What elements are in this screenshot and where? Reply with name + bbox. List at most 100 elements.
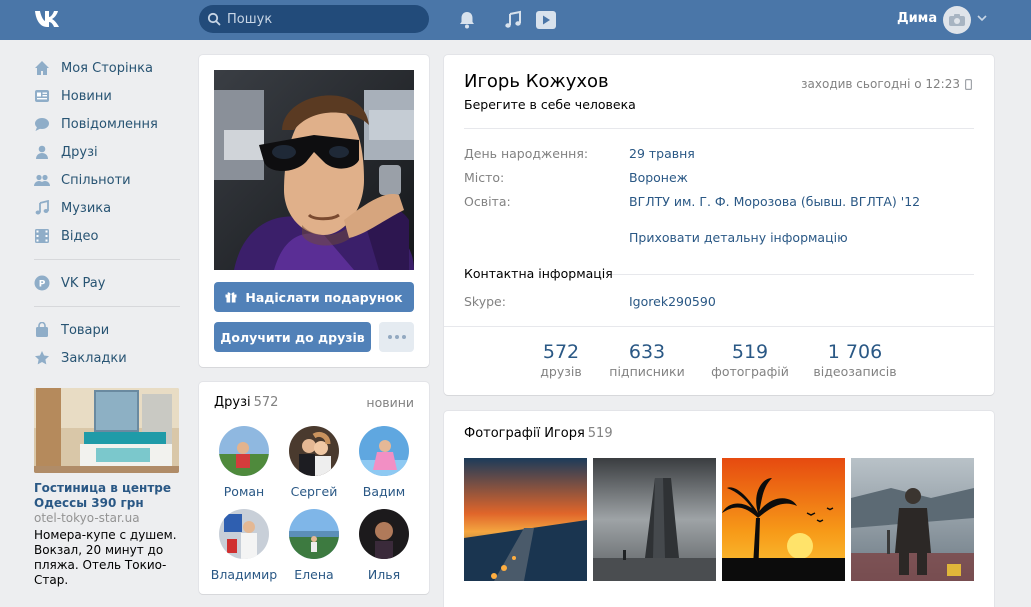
photos-count: 519: [587, 426, 613, 441]
profile-photo-card: Надіслати подарунок Долучити до друзів: [199, 55, 429, 367]
avatar[interactable]: [943, 6, 971, 34]
menu-item-friends[interactable]: Друзі: [30, 138, 180, 166]
counter-followers[interactable]: 633 підписники: [607, 341, 687, 379]
photo-thumbnail[interactable]: [464, 458, 587, 581]
counter-number: 519: [731, 341, 769, 363]
info-value-link[interactable]: Воронеж: [629, 170, 688, 185]
menu-item-label: Музика: [61, 200, 112, 216]
friend-avatar[interactable]: [219, 509, 269, 559]
counter-label: фотографій: [711, 364, 789, 379]
friends-news-link[interactable]: новини: [366, 395, 414, 410]
counter-friends[interactable]: 572 друзів: [537, 341, 585, 379]
counter-label: підписники: [609, 364, 685, 379]
friend-avatar[interactable]: [289, 426, 339, 476]
counter-label: друзів: [540, 364, 582, 379]
news-icon: [34, 88, 50, 104]
search-input[interactable]: [227, 5, 422, 33]
communities-icon: [34, 172, 50, 188]
menu-item-music[interactable]: Музика: [30, 194, 180, 222]
menu-item-label: Закладки: [61, 350, 127, 366]
add-friend-button[interactable]: Долучити до друзів: [214, 322, 371, 352]
info-divider: [464, 128, 974, 129]
menu-item-label: Спільноти: [61, 172, 131, 188]
skype-link[interactable]: Igorek290590: [629, 294, 716, 309]
ad-domain: otel-tokyo-star.ua: [34, 511, 140, 525]
menu-item-news[interactable]: Новини: [30, 82, 180, 110]
ad-title[interactable]: Гостиница в центре Одессы 390 грн: [34, 481, 180, 511]
info-value-link[interactable]: 29 травня: [629, 146, 695, 161]
counter-videos[interactable]: 1 706 відеозаписів: [809, 341, 901, 379]
friends-block: Друзі 572 новини Роман Сергей Вадим Влади…: [199, 382, 429, 594]
photo-thumbnail[interactable]: [593, 458, 716, 581]
friend-name[interactable]: Сергей: [279, 484, 349, 499]
friend-name[interactable]: Роман: [209, 484, 279, 499]
send-gift-button[interactable]: Надіслати подарунок: [214, 282, 414, 312]
friends-header[interactable]: Друзі 572: [214, 395, 278, 410]
music-note-icon[interactable]: [503, 10, 523, 30]
home-icon: [34, 60, 50, 76]
sidebar-ad[interactable]: Гостиница в центре Одессы 390 грн otel-t…: [34, 388, 180, 588]
bell-icon[interactable]: [457, 10, 477, 30]
friend-name[interactable]: Илья: [349, 567, 419, 582]
chevron-down-icon[interactable]: [977, 15, 987, 22]
photo-thumbnail[interactable]: [722, 458, 845, 581]
counter-photos[interactable]: 519 фотографій: [710, 341, 790, 379]
messages-icon: [34, 116, 50, 132]
bag-icon: [34, 322, 50, 338]
info-label: День народження:: [464, 146, 589, 161]
more-actions-button[interactable]: [379, 322, 414, 352]
photos-title: Фотографії Игоря: [464, 426, 585, 441]
menu-item-messages[interactable]: Повідомлення: [30, 110, 180, 138]
info-value-link[interactable]: ВГЛТУ им. Г. Ф. Морозова (бывш. ВГЛТА) '…: [629, 194, 920, 209]
page-title: Игорь Кожухов: [464, 71, 609, 92]
svg-text:P: P: [39, 280, 46, 290]
photos-header[interactable]: Фотографії Игоря 519: [464, 426, 613, 441]
friend-avatar[interactable]: [359, 509, 409, 559]
friend-name[interactable]: Елена: [279, 567, 349, 582]
menu-item-label: VK Pay: [61, 275, 106, 291]
friend-item[interactable]: Сергей: [279, 426, 349, 499]
menu-item-label: Моя Сторінка: [61, 60, 153, 76]
menu-divider: [34, 306, 180, 307]
friend-name[interactable]: Владимир: [209, 567, 279, 582]
more-dots-icon: [387, 335, 392, 339]
friend-item[interactable]: Владимир: [209, 509, 279, 582]
friend-avatar[interactable]: [289, 509, 339, 559]
top-header: Дима: [0, 0, 1031, 40]
play-icon[interactable]: [534, 8, 558, 32]
menu-item-my-page[interactable]: Моя Сторінка: [30, 54, 180, 82]
mobile-icon: [965, 78, 972, 90]
user-menu[interactable]: Дима: [890, 0, 1000, 40]
video-icon: [34, 228, 50, 244]
left-menu: Моя Сторінка Новини Повідомлення Друзі С…: [30, 54, 180, 372]
menu-item-bookmarks[interactable]: Закладки: [30, 344, 180, 372]
user-name: Дима: [897, 11, 938, 26]
menu-item-communities[interactable]: Спільноти: [30, 166, 180, 194]
online-status: заходив сьогодні о 12:23: [801, 77, 972, 91]
menu-item-label: Товари: [61, 322, 110, 338]
ad-text: Номера-купе с душем. Вокзал, 20 минут до…: [34, 528, 177, 587]
friend-item[interactable]: Вадим: [349, 426, 419, 499]
profile-info-card: Игорь Кожухов Берегите в себе человека з…: [444, 55, 994, 395]
friend-item[interactable]: Роман: [209, 426, 279, 499]
friend-item[interactable]: Елена: [279, 509, 349, 582]
menu-item-goods[interactable]: Товари: [30, 316, 180, 344]
photo-thumbnail[interactable]: [851, 458, 974, 581]
menu-item-video[interactable]: Відео: [30, 222, 180, 250]
menu-item-label: Новини: [61, 88, 112, 104]
friend-avatar[interactable]: [219, 426, 269, 476]
ad-image[interactable]: [34, 388, 179, 473]
counter-number: 572: [542, 341, 580, 363]
menu-item-vk-pay[interactable]: P VK Pay: [30, 269, 180, 297]
add-friend-label: Долучити до друзів: [220, 329, 365, 345]
hide-details-link[interactable]: Приховати детальну інформацію: [629, 230, 848, 245]
search-box[interactable]: [199, 5, 429, 33]
search-icon: [207, 12, 221, 26]
friend-name[interactable]: Вадим: [349, 484, 419, 499]
vk-logo-icon[interactable]: [33, 9, 67, 29]
friend-icon: [34, 144, 50, 160]
friend-item[interactable]: Илья: [349, 509, 419, 582]
friend-avatar[interactable]: [359, 426, 409, 476]
profile-avatar[interactable]: [214, 70, 414, 270]
menu-divider: [34, 259, 180, 260]
